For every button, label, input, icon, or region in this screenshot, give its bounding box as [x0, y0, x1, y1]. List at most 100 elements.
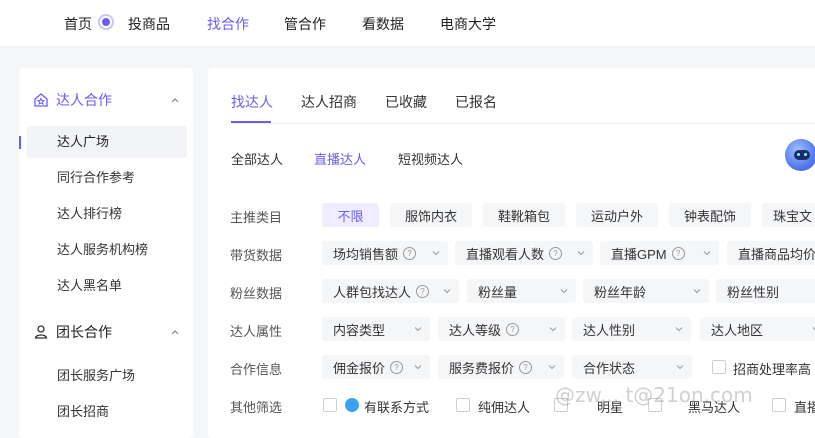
assistant-robot-avatar[interactable] [785, 139, 815, 171]
filter-label-fans: 粉丝数据 [230, 286, 283, 301]
chevron-down-icon [675, 327, 683, 332]
dropdown-service-fee-label: 服务费报价 [449, 360, 515, 376]
active-tab-underline [231, 121, 271, 123]
nav-home[interactable]: 首页 [64, 14, 92, 34]
subtab-all[interactable]: 全部达人 [231, 149, 283, 168]
tab-talent-recruit[interactable]: 达人招商 [301, 92, 357, 112]
checkbox-live[interactable] [772, 398, 786, 412]
chip-unlimited[interactable]: 不限 [322, 203, 379, 227]
dropdown-crowd-pack-label: 人群包找达人 [333, 284, 412, 300]
dropdown-content-type[interactable]: 内容类型 [322, 317, 430, 341]
help-icon[interactable]: ? [403, 246, 417, 260]
dropdown-content-type-label: 内容类型 [333, 322, 386, 338]
help-icon[interactable]: ? [671, 246, 685, 260]
help-icon[interactable]: ? [549, 246, 563, 260]
dropdown-avg-sales[interactable]: 场均销售额 ? [322, 241, 448, 265]
dropdown-live-viewers[interactable]: 直播观看人数 ? [455, 241, 593, 265]
chip-apparel[interactable]: 服饰内衣 [390, 203, 472, 227]
tab-favorites[interactable]: 已收藏 [385, 92, 427, 112]
sidebar-item-talent-square[interactable]: 达人广场 [19, 126, 187, 158]
chip-watches[interactable]: 钟表配饰 [669, 203, 751, 227]
filter-label-category: 主推类目 [230, 210, 283, 225]
dropdown-crowd-pack[interactable]: 人群包找达人 ? [322, 279, 459, 303]
nav-find-cooperation[interactable]: 找合作 [207, 14, 249, 34]
sidebar-item-blacklist[interactable]: 达人黑名单 [27, 270, 187, 302]
subtab-live[interactable]: 直播达人 [314, 149, 366, 168]
dropdown-talent-level[interactable]: 达人等级 ? [438, 317, 565, 341]
dropdown-coop-status[interactable]: 合作状态 [572, 355, 692, 379]
sidebar-item-agency-ranking[interactable]: 达人服务机构榜 [27, 234, 187, 266]
dropdown-talent-gender[interactable]: 达人性别 [572, 317, 691, 341]
dropdown-avg-sales-label: 场均销售额 [333, 246, 399, 262]
tab-registered[interactable]: 已报名 [455, 92, 497, 112]
sidebar-item-talent-ranking[interactable]: 达人排行榜 [27, 198, 187, 230]
filter-label-other: 其他筛选 [230, 400, 283, 415]
chevron-down-icon [549, 327, 557, 332]
chevron-down-icon [693, 289, 701, 294]
nav-university[interactable]: 电商大学 [440, 14, 496, 34]
sidebar-group-leader[interactable]: 团长合作 [33, 321, 112, 343]
chevron-down-icon [432, 251, 440, 256]
sidebar-group-talent-label: 达人合作 [56, 92, 112, 108]
sidebar-item-leader-recruit[interactable]: 团长招商 [27, 396, 187, 428]
chip-shoes-bags[interactable]: 鞋靴箱包 [483, 203, 565, 227]
chip-sports[interactable]: 运动户外 [576, 203, 658, 227]
help-icon[interactable]: ? [519, 360, 533, 374]
dropdown-live-avg-price[interactable]: 直播商品均价 [727, 241, 815, 265]
dropdown-talent-level-label: 达人等级 [449, 322, 502, 338]
checkbox-high-response-label: 招商处理率高 [733, 362, 812, 377]
dropdown-fans-age-label: 粉丝年龄 [594, 284, 647, 300]
checkbox-live-label: 直播 [794, 400, 815, 415]
chevron-down-icon [443, 289, 451, 294]
watermark: @zw... t@21on.com [555, 383, 753, 407]
checkbox-contact[interactable] [323, 398, 337, 412]
chevron-up-icon[interactable] [169, 326, 181, 338]
dropdown-live-gpm-label: 直播GPM [611, 246, 667, 262]
chevron-down-icon [577, 251, 585, 256]
top-nav: 首页 投商品 找合作 管合作 看数据 电商大学 [0, 0, 815, 46]
nav-data[interactable]: 看数据 [362, 14, 404, 34]
chip-jewelry[interactable]: 珠宝文 [762, 203, 815, 227]
chevron-down-icon [676, 365, 684, 370]
star-house-icon [34, 93, 48, 107]
checkbox-commission-only[interactable] [456, 398, 470, 412]
dropdown-fans-age[interactable]: 粉丝年龄 [583, 279, 709, 303]
filter-label-cooperation: 合作信息 [230, 362, 283, 377]
contact-icon [345, 398, 359, 412]
dropdown-commission[interactable]: 佣金报价 ? [322, 355, 430, 379]
group-icon [34, 325, 48, 339]
nav-products[interactable]: 投商品 [128, 14, 170, 34]
robot-eye-icon [797, 153, 800, 156]
dropdown-live-gpm[interactable]: 直播GPM ? [600, 241, 719, 265]
sidebar-group-leader-label: 团长合作 [56, 324, 112, 340]
dropdown-service-fee[interactable]: 服务费报价 ? [438, 355, 564, 379]
help-icon[interactable]: ? [506, 322, 520, 336]
dropdown-talent-region-label: 达人地区 [711, 322, 764, 338]
sidebar-item-peer-reference[interactable]: 同行合作参考 [27, 162, 187, 194]
checkbox-commission-only-label: 纯佣达人 [478, 400, 531, 415]
help-icon[interactable]: ? [390, 360, 404, 374]
checkbox-high-response[interactable] [712, 360, 726, 374]
dropdown-fans-gender[interactable]: 粉丝性别 [716, 279, 815, 303]
subtab-short-video[interactable]: 短视频达人 [398, 149, 463, 168]
dropdown-coop-status-label: 合作状态 [583, 360, 636, 376]
tab-find-talent[interactable]: 找达人 [231, 92, 273, 112]
help-icon[interactable]: ? [416, 284, 430, 298]
dropdown-fans-count-label: 粉丝量 [478, 284, 518, 300]
nav-indicator-icon [98, 14, 114, 30]
sidebar: 达人合作 达人广场 同行合作参考 达人排行榜 达人服务机构榜 达人黑名单 团长合… [19, 68, 193, 438]
dropdown-fans-count[interactable]: 粉丝量 [467, 279, 576, 303]
checkbox-contact-label: 有联系方式 [364, 400, 430, 415]
sidebar-item-leader-square[interactable]: 团长服务广场 [27, 360, 187, 392]
robot-eye-icon [804, 153, 807, 156]
chevron-down-icon [548, 365, 556, 370]
tab-divider [231, 123, 815, 124]
sidebar-group-talent[interactable]: 达人合作 [33, 89, 112, 111]
dropdown-talent-region[interactable]: 达人地区 [700, 317, 815, 341]
dropdown-fans-gender-label: 粉丝性别 [727, 284, 780, 300]
nav-manage-cooperation[interactable]: 管合作 [284, 14, 326, 34]
dropdown-live-avg-price-label: 直播商品均价 [738, 246, 815, 262]
dropdown-talent-gender-label: 达人性别 [583, 322, 636, 338]
chevron-up-icon[interactable] [169, 94, 181, 106]
dropdown-live-viewers-label: 直播观看人数 [466, 246, 545, 262]
